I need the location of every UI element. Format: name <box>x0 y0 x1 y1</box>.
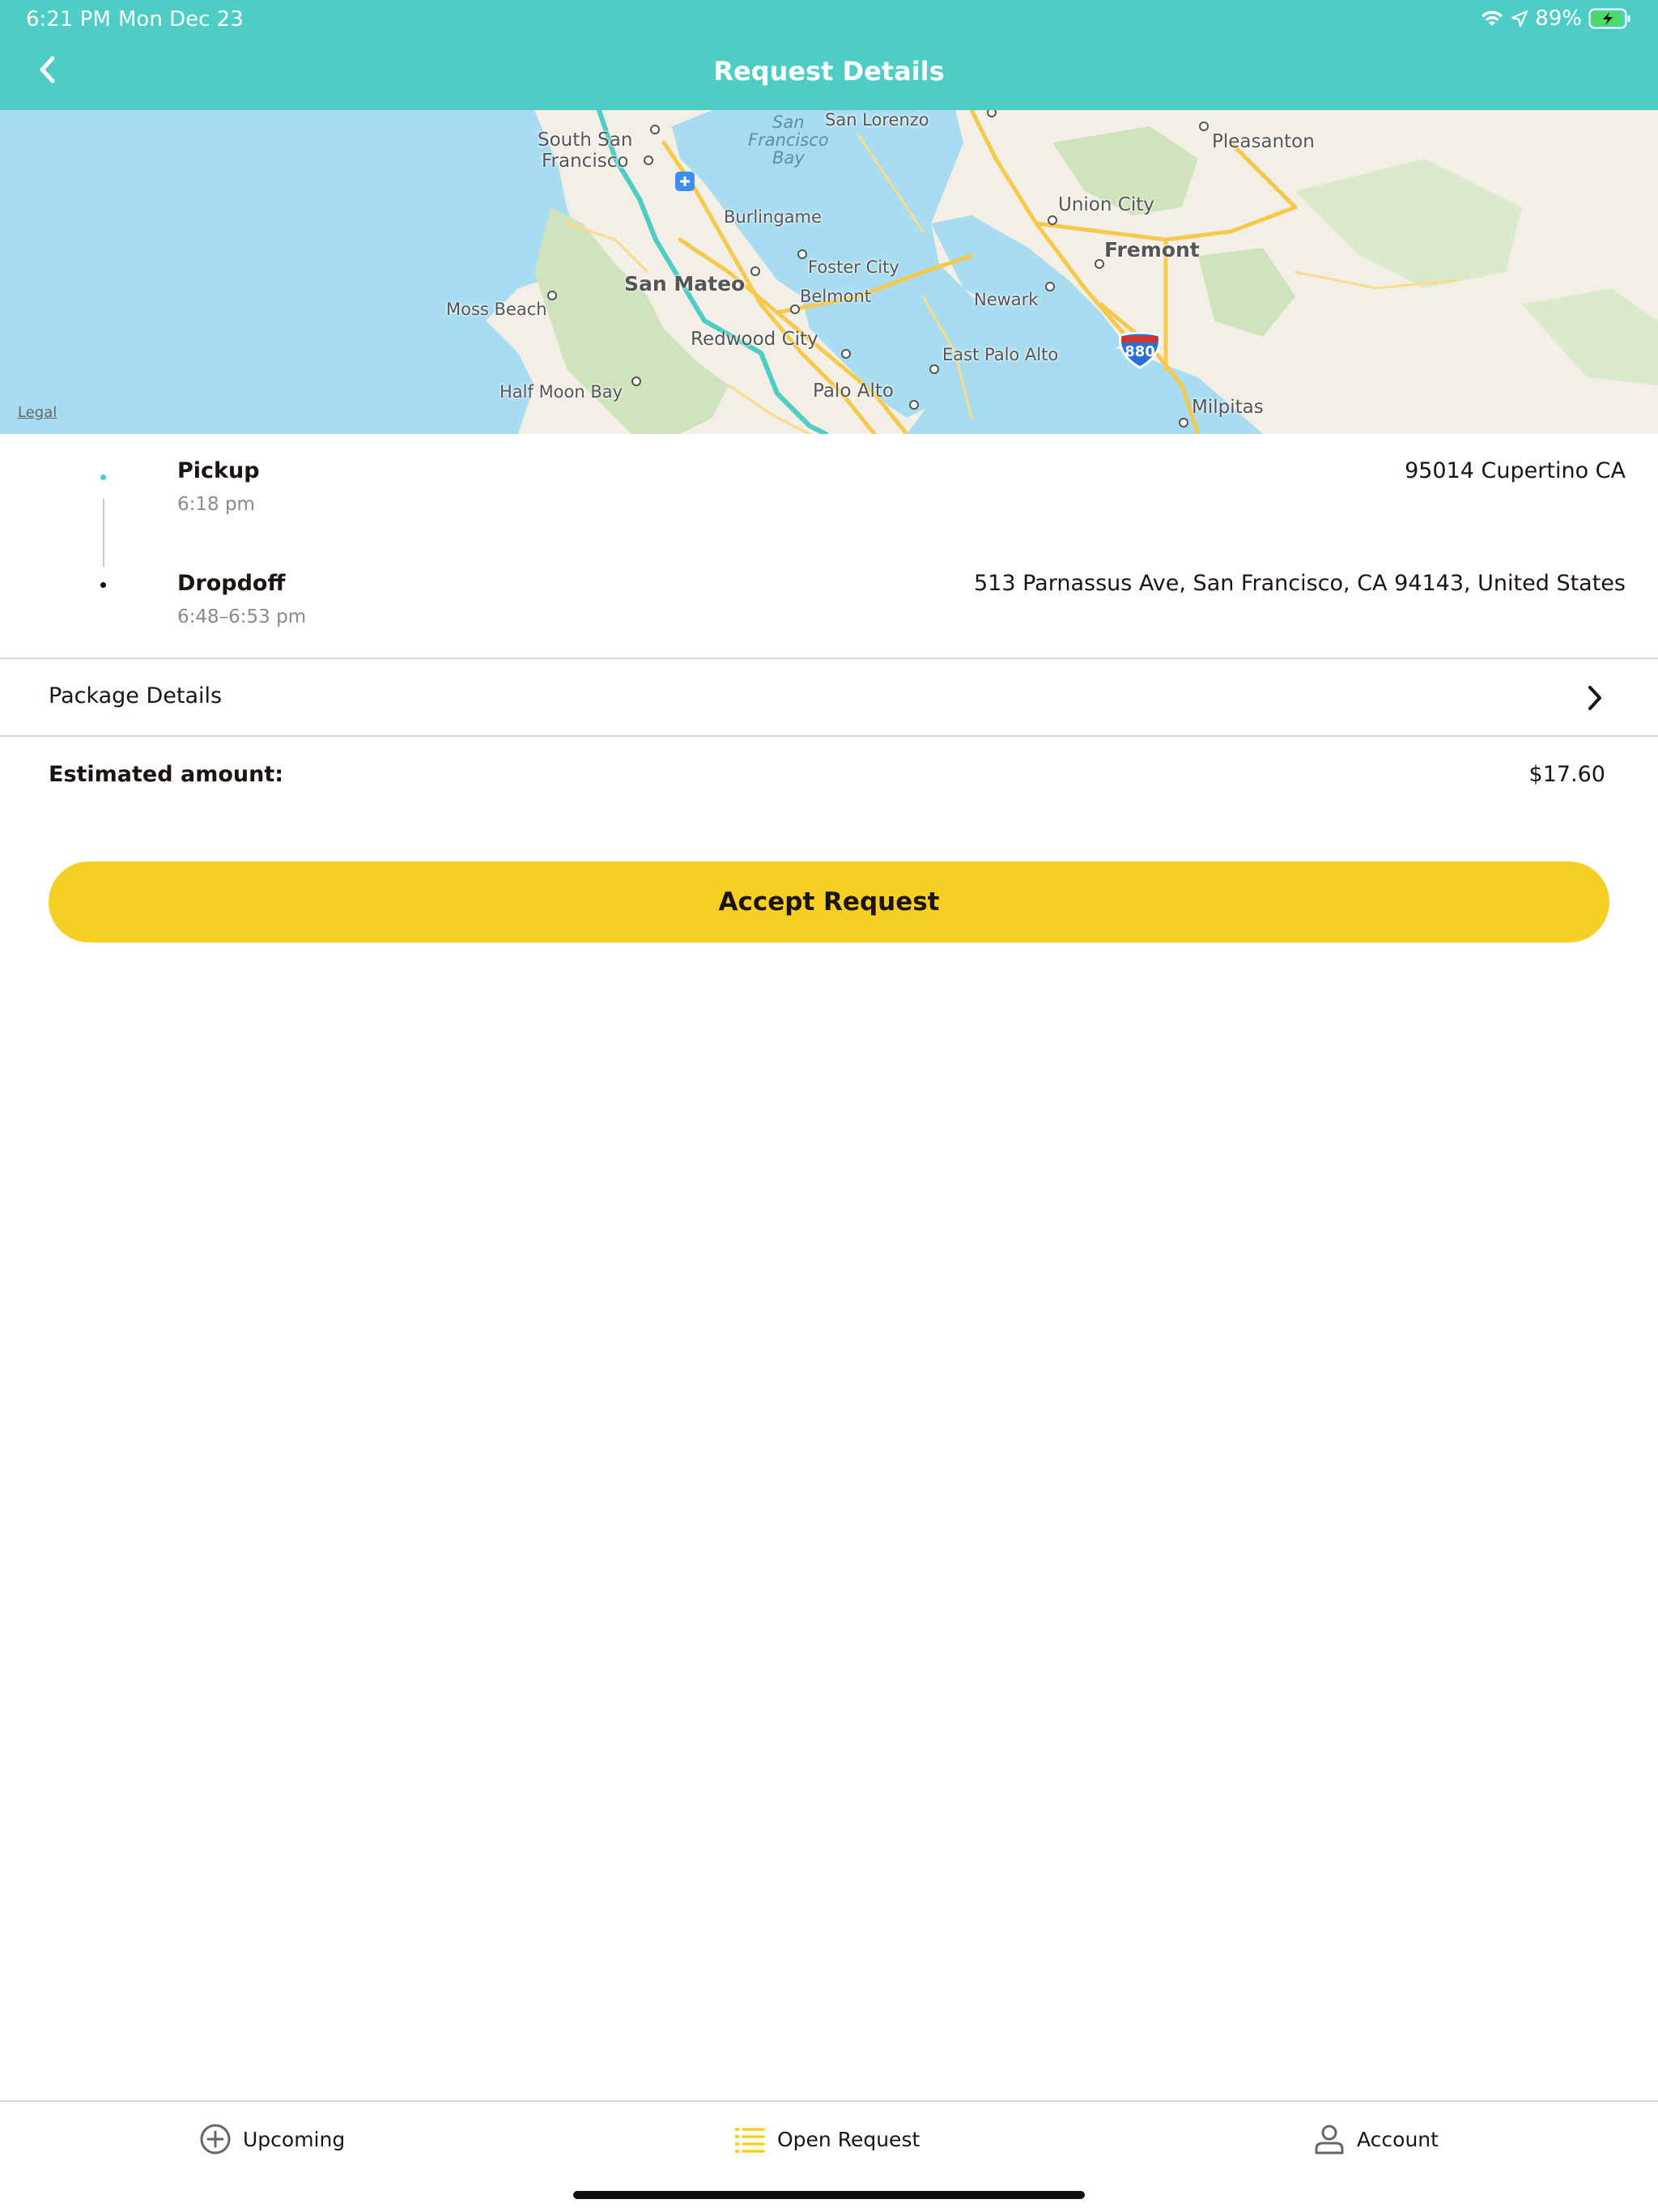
map-label-pleasanton: Pleasanton <box>1212 131 1315 152</box>
dropoff-time: 6:48–6:53 pm <box>177 606 307 627</box>
map-label-fremont: Fremont <box>1104 238 1200 262</box>
map-label-text: South San Francisco <box>538 130 633 172</box>
map-label-burlingame: Burlingame <box>724 207 822 227</box>
map-label-san-lorenzo: San Lorenzo <box>825 110 929 130</box>
plus-circle-icon <box>200 2124 231 2155</box>
map-label-moss-beach: Moss Beach <box>446 300 547 319</box>
page-title: Request Details <box>713 56 945 87</box>
map-label-san-mateo: San Mateo <box>624 272 746 296</box>
dropoff-dot-icon <box>100 582 106 588</box>
battery-percent: 89% <box>1535 6 1582 31</box>
tab-upcoming-label: Upcoming <box>243 2127 346 2151</box>
status-icons: 89% <box>1480 5 1632 32</box>
header: 6:21 PM Mon Dec 23 89% Request Details <box>0 0 1658 110</box>
tab-account-label: Account <box>1357 2127 1439 2151</box>
map-label-foster-city: Foster City <box>808 257 899 277</box>
estimated-amount-value: $17.60 <box>1528 762 1605 787</box>
map-label-belmont: Belmont <box>800 287 872 306</box>
list-icon <box>735 2128 765 2153</box>
map-label-half-moon-bay: Half Moon Bay <box>500 382 623 402</box>
tab-open-request[interactable]: Open Request <box>733 2123 920 2155</box>
map-label-union-city: Union City <box>1058 194 1154 215</box>
location-arrow-icon <box>1511 10 1528 28</box>
route-section: Pickup 6:18 pm 95014 Cupertino CA Dropdo… <box>0 434 1658 659</box>
interstate-number: 880 <box>1124 343 1155 360</box>
home-indicator[interactable] <box>573 2191 1085 2199</box>
wifi-icon <box>1480 9 1504 28</box>
battery-charging-icon <box>1588 7 1632 30</box>
map-label-south-san-francisco: South San Francisco <box>538 130 632 172</box>
map-label-east-palo-alto: East Palo Alto <box>942 345 1059 364</box>
route-connector-line <box>103 499 104 567</box>
map-legal-link[interactable]: Legal <box>18 404 57 421</box>
map-label-san-francisco-bay: San Francisco Bay <box>748 113 829 168</box>
status-time: 6:21 PM <box>26 7 111 32</box>
tab-open-request-label: Open Request <box>777 2127 920 2151</box>
dropoff-title: Dropdoff <box>177 571 286 596</box>
tab-bar: Upcoming Open Request Account <box>0 2100 1658 2212</box>
interstate-shield-icon: 880 <box>1117 332 1163 369</box>
pickup-title: Pickup <box>177 458 260 483</box>
map-label-palo-alto: Palo Alto <box>813 381 894 402</box>
package-details-row[interactable]: Package Details <box>0 659 1658 737</box>
map-label-milpitas: Milpitas <box>1192 397 1264 418</box>
package-details-label: Package Details <box>49 683 223 708</box>
accept-request-button[interactable]: Accept Request <box>49 861 1609 942</box>
pickup-dot-icon <box>100 474 106 480</box>
tab-account[interactable]: Account <box>1313 2123 1439 2155</box>
tab-upcoming[interactable]: Upcoming <box>199 2123 345 2155</box>
chevron-right-icon <box>1588 686 1601 710</box>
pickup-time: 6:18 pm <box>177 494 255 515</box>
dropoff-address: 513 Parnassus Ave, San Francisco, CA 941… <box>974 571 1626 596</box>
route-map[interactable]: South San Francisco San Francisco Bay Sa… <box>0 110 1658 434</box>
person-icon <box>1315 2125 1344 2155</box>
pickup-address: 95014 Cupertino CA <box>1405 458 1626 483</box>
map-label-redwood-city: Redwood City <box>691 329 818 350</box>
status-date: Mon Dec 23 <box>118 7 244 32</box>
estimated-amount-label: Estimated amount: <box>49 762 284 787</box>
map-label-newark: Newark <box>974 290 1039 309</box>
